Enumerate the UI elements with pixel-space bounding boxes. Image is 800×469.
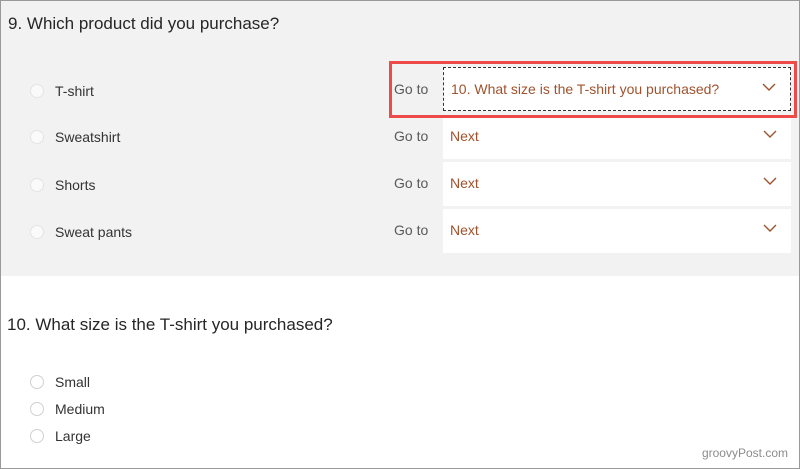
question-10-title: 10. What size is the T-shirt you purchas… xyxy=(7,315,333,334)
chevron-down-icon xyxy=(762,83,776,91)
option-label: Small xyxy=(55,374,91,390)
radio-button[interactable] xyxy=(30,130,44,144)
branch-dropdown-sweatshirt[interactable]: Next xyxy=(443,115,791,159)
dropdown-value: 10. What size is the T-shirt you purchas… xyxy=(451,81,720,97)
watermark: groovyPost.com xyxy=(701,446,788,460)
goto-label: Go to xyxy=(394,128,429,144)
radio-button[interactable] xyxy=(30,402,44,416)
branch-dropdown-tshirt[interactable]: 10. What size is the T-shirt you purchas… xyxy=(443,67,791,111)
radio-button[interactable] xyxy=(30,84,44,98)
radio-button[interactable] xyxy=(30,375,44,389)
option-label: Shorts xyxy=(55,177,96,193)
option-label: Sweat pants xyxy=(55,224,133,240)
radio-button[interactable] xyxy=(30,225,44,239)
option-label: Medium xyxy=(55,401,105,417)
radio-button[interactable] xyxy=(30,429,44,443)
option-medium[interactable]: Medium xyxy=(30,397,105,421)
option-large[interactable]: Large xyxy=(30,424,91,448)
goto-label: Go to xyxy=(394,175,429,191)
option-label: T-shirt xyxy=(55,83,94,99)
chevron-down-icon xyxy=(763,224,777,232)
option-label: Large xyxy=(55,428,91,444)
option-label: Sweatshirt xyxy=(55,129,121,145)
option-small[interactable]: Small xyxy=(30,370,90,394)
chevron-down-icon xyxy=(763,130,777,138)
question-9-title: 9. Which product did you purchase? xyxy=(8,14,280,33)
dropdown-value: Next xyxy=(450,128,479,144)
dropdown-value: Next xyxy=(450,222,479,238)
branch-dropdown-sweat-pants[interactable]: Next xyxy=(443,209,791,253)
goto-label: Go to xyxy=(394,222,429,238)
branch-dropdown-shorts[interactable]: Next xyxy=(443,162,791,206)
option-tshirt[interactable]: T-shirt xyxy=(30,79,94,103)
option-shorts[interactable]: Shorts xyxy=(30,173,95,197)
option-sweat-pants[interactable]: Sweat pants xyxy=(30,220,132,244)
goto-label: Go to xyxy=(394,81,429,97)
radio-button[interactable] xyxy=(30,178,44,192)
chevron-down-icon xyxy=(763,177,777,185)
option-sweatshirt[interactable]: Sweatshirt xyxy=(30,125,120,149)
dropdown-value: Next xyxy=(450,175,479,191)
